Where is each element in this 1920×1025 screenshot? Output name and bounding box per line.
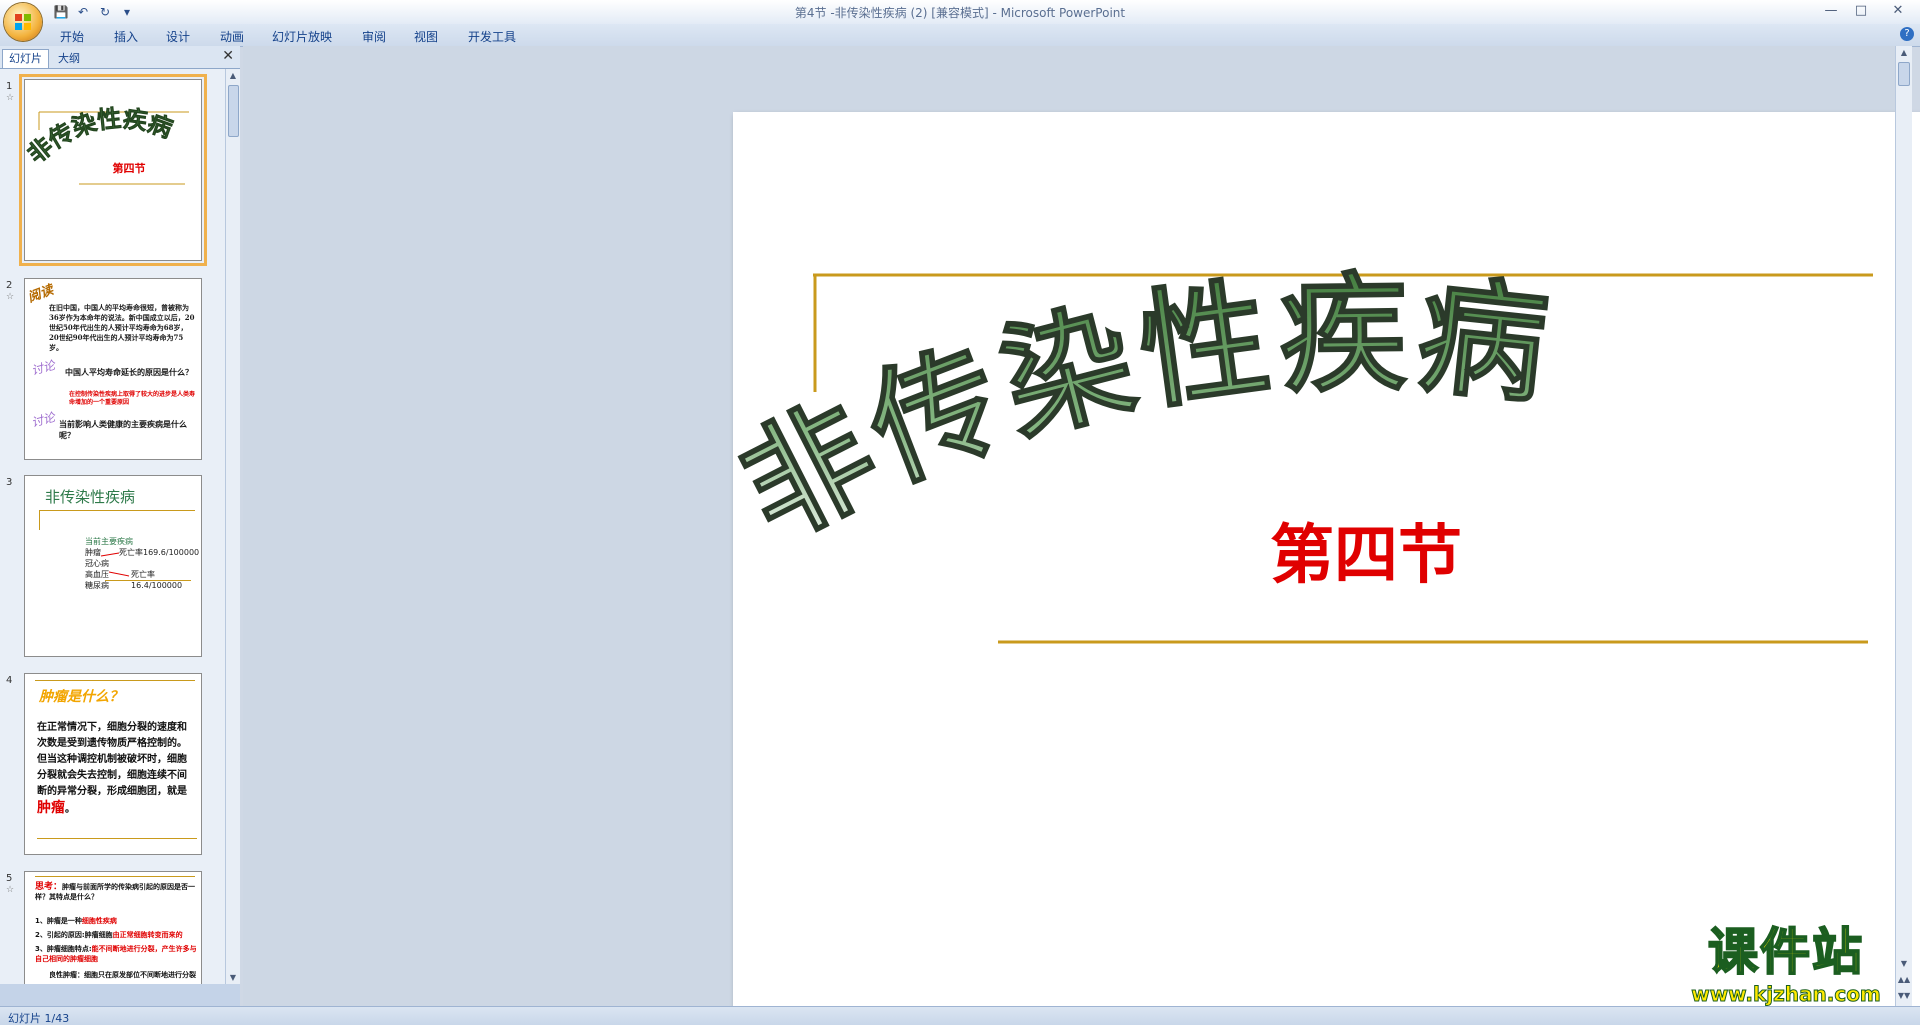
animation-icon: ☆ [6,292,15,302]
thumb-4-body: 在正常情况下，细胞分裂的速度和次数是受到遗传物质严格控制的。但当这种调控机制被破… [37,720,195,818]
thumb-2-answer-1: 在控制传染性疾病上取得了较大的进步是人类寿命增加的一个重要原因 [69,391,196,406]
minimize-button[interactable]: — [1816,0,1846,20]
slide-counter: 幻灯片 1/43 [8,1012,70,1025]
thumb-2-question-1: 中国人平均寿命延长的原因是什么？ [65,368,193,377]
office-logo-icon [15,14,31,30]
point-2-highlight: 由正常细胞转变而来的 [112,931,183,939]
pane-close-icon[interactable]: ✕ [222,48,234,64]
thumb-1-title: 非传染性疾病 [25,103,177,169]
slide-thumbnails: 1 ☆ 非传染性疾病 第四节 2 ☆ 阅读 在旧中国，中国人的平均寿命很短，曾被… [0,69,226,984]
discussion-badge: 讨论 [29,410,57,430]
slide-number: 2 [6,280,13,291]
watermark-title: 课件站 [1707,923,1864,981]
animation-icon: ☆ [6,885,15,895]
close-button[interactable]: ✕ [1876,0,1920,20]
point-3-text: 3、肿瘤细胞特点: [35,945,92,953]
thumb-5-point-4: 良性肿瘤：细胞只在原发部位不间断地进行分裂 [49,971,196,979]
thumb-5-think: 思考：肿瘤与前面所学的传染病引起的原因是否一样？其特点是什么？ [35,882,197,902]
thumb-4-rule-bottom [37,838,197,839]
think-label: 思考： [35,882,63,892]
reading-badge: 阅读 [25,282,56,306]
point-1-highlight: 细胞性疾病 [81,917,117,925]
window-title: 第4节 -非传染性疾病 (2) [兼容模式] - Microsoft Power… [794,6,1126,20]
slide-thumbnail-1[interactable]: 非传染性疾病 第四节 [19,74,207,266]
animation-icon: ☆ [6,93,15,103]
scroll-up-icon[interactable]: ▲ [226,71,240,80]
main-scrollbar[interactable]: ▲ ▼ ▲▲ ▼▼ [1895,46,1912,1006]
slide-editor: 非传染性疾病 第四节 [243,46,1920,1025]
pane-scroll-thumb[interactable] [228,85,239,137]
thumb-5-point-2: 2、引起的原因:肿瘤细胞由正常细胞转变而来的 [35,930,197,940]
thumb-4-rule [35,680,195,681]
help-icon[interactable]: ? [1900,27,1914,41]
slide-number: 4 [6,675,13,686]
thumb-4-end: 。 [65,804,75,815]
svg-text:非传染性疾病: 非传染性疾病 [25,103,176,169]
tab-animations[interactable]: 动画 [220,28,244,45]
tab-insert[interactable]: 插入 [114,28,138,45]
title-bar: 💾 ↶ ↻ ▾ 第4节 -非传染性疾病 (2) [兼容模式] - Microso… [0,0,1920,24]
tab-view[interactable]: 视图 [414,28,438,45]
office-button[interactable] [4,3,42,41]
powerpoint-window: 💾 ↶ ↻ ▾ 第4节 -非传染性疾病 (2) [兼容模式] - Microso… [0,0,1920,1025]
thumb-4-highlight: 肿瘤 [37,800,65,816]
slide-number: 5 [6,873,13,884]
thumb-5-rule [35,876,195,877]
slide-thumbnail-4[interactable]: 肿瘤是什么？ 在正常情况下，细胞分裂的速度和次数是受到遗传物质严格控制的。但当这… [24,673,202,855]
thumb-2-question-2: 当前影响人类健康的主要疾病是什么呢？ [59,420,187,440]
tab-design[interactable]: 设计 [166,28,190,45]
tab-review[interactable]: 审阅 [362,28,386,45]
pane-scrollbar[interactable]: ▲ ▼ [225,69,240,984]
slide-number: 1 [6,81,13,92]
ribbon-tabs: 开始 插入 设计 动画 幻灯片放映 审阅 视图 开发工具 ? [0,24,1920,47]
slide-thumbnail-5[interactable]: 思考：肿瘤与前面所学的传染病引起的原因是否一样？其特点是什么？ 1、肿瘤是一种细… [24,871,202,984]
tab-slides[interactable]: 幻灯片 [2,49,49,68]
tab-outline[interactable]: 大纲 [52,50,86,68]
slide-canvas: 非传染性疾病 第四节 [717,258,1873,644]
window-controls: — □ ✕ [1816,0,1920,20]
thumb-5-point-1: 1、肿瘤是一种细胞性疾病 [35,916,197,926]
pane-tabs: 幻灯片 大纲 ✕ [0,46,240,69]
current-slide[interactable]: 非传染性疾病 第四节 [717,112,1920,1025]
watermark: 课件站 www.kjzhan.com [1668,923,1904,1010]
point-1-text: 1、肿瘤是一种 [35,917,82,925]
scroll-down-icon[interactable]: ▼ [226,973,240,982]
discussion-badge: 讨论 [29,358,57,378]
tab-slideshow[interactable]: 幻灯片放映 [272,28,332,45]
slide-number: 3 [6,477,13,488]
thumb-1-drawing: 非传染性疾病 第四节 [25,103,189,185]
point-2-text: 2、引起的原因:肿瘤细胞 [35,931,113,939]
slide-subtitle: 第四节 [1270,518,1462,593]
tab-developer[interactable]: 开发工具 [468,28,516,45]
maximize-button[interactable]: □ [1846,0,1876,20]
scroll-up-icon[interactable]: ▲ [1896,48,1912,57]
slide-thumbnail-2[interactable]: 阅读 在旧中国，中国人的平均寿命很短，曾被称为36岁作为本命年的说法。新中国成立… [24,278,202,460]
main-scroll-thumb[interactable] [1898,62,1910,86]
thumb-2-text: 在旧中国，中国人的平均寿命很短，曾被称为36岁作为本命年的说法。新中国成立以后，… [49,303,195,352]
thumb-4-body-text: 在正常情况下，细胞分裂的速度和次数是受到遗传物质严格控制的。但当这种调控机制被破… [37,722,187,797]
thumb-5-point-3: 3、肿瘤细胞特点:能不间断地进行分裂，产生许多与自己相同的肿瘤细胞 [35,944,197,964]
thumb-3-arrows [100,552,130,577]
watermark-url: www.kjzhan.com [1691,982,1882,1007]
slides-pane: 幻灯片 大纲 ✕ 1 ☆ 非传染性疾病 第四节 2 ☆ 阅读 在旧中国，中国人的… [0,46,240,1006]
thumb-1-subtitle: 第四节 [113,161,146,175]
thumb-4-title: 肿瘤是什么？ [39,689,123,705]
status-bar: 幻灯片 1/43 [0,1006,1920,1025]
slide-thumbnail-3[interactable]: 非传染性疾病 当前主要疾病 肿瘤 冠心病 高血压 糖尿病 死亡率169.6/10… [24,475,202,657]
tab-home[interactable]: 开始 [60,28,84,45]
